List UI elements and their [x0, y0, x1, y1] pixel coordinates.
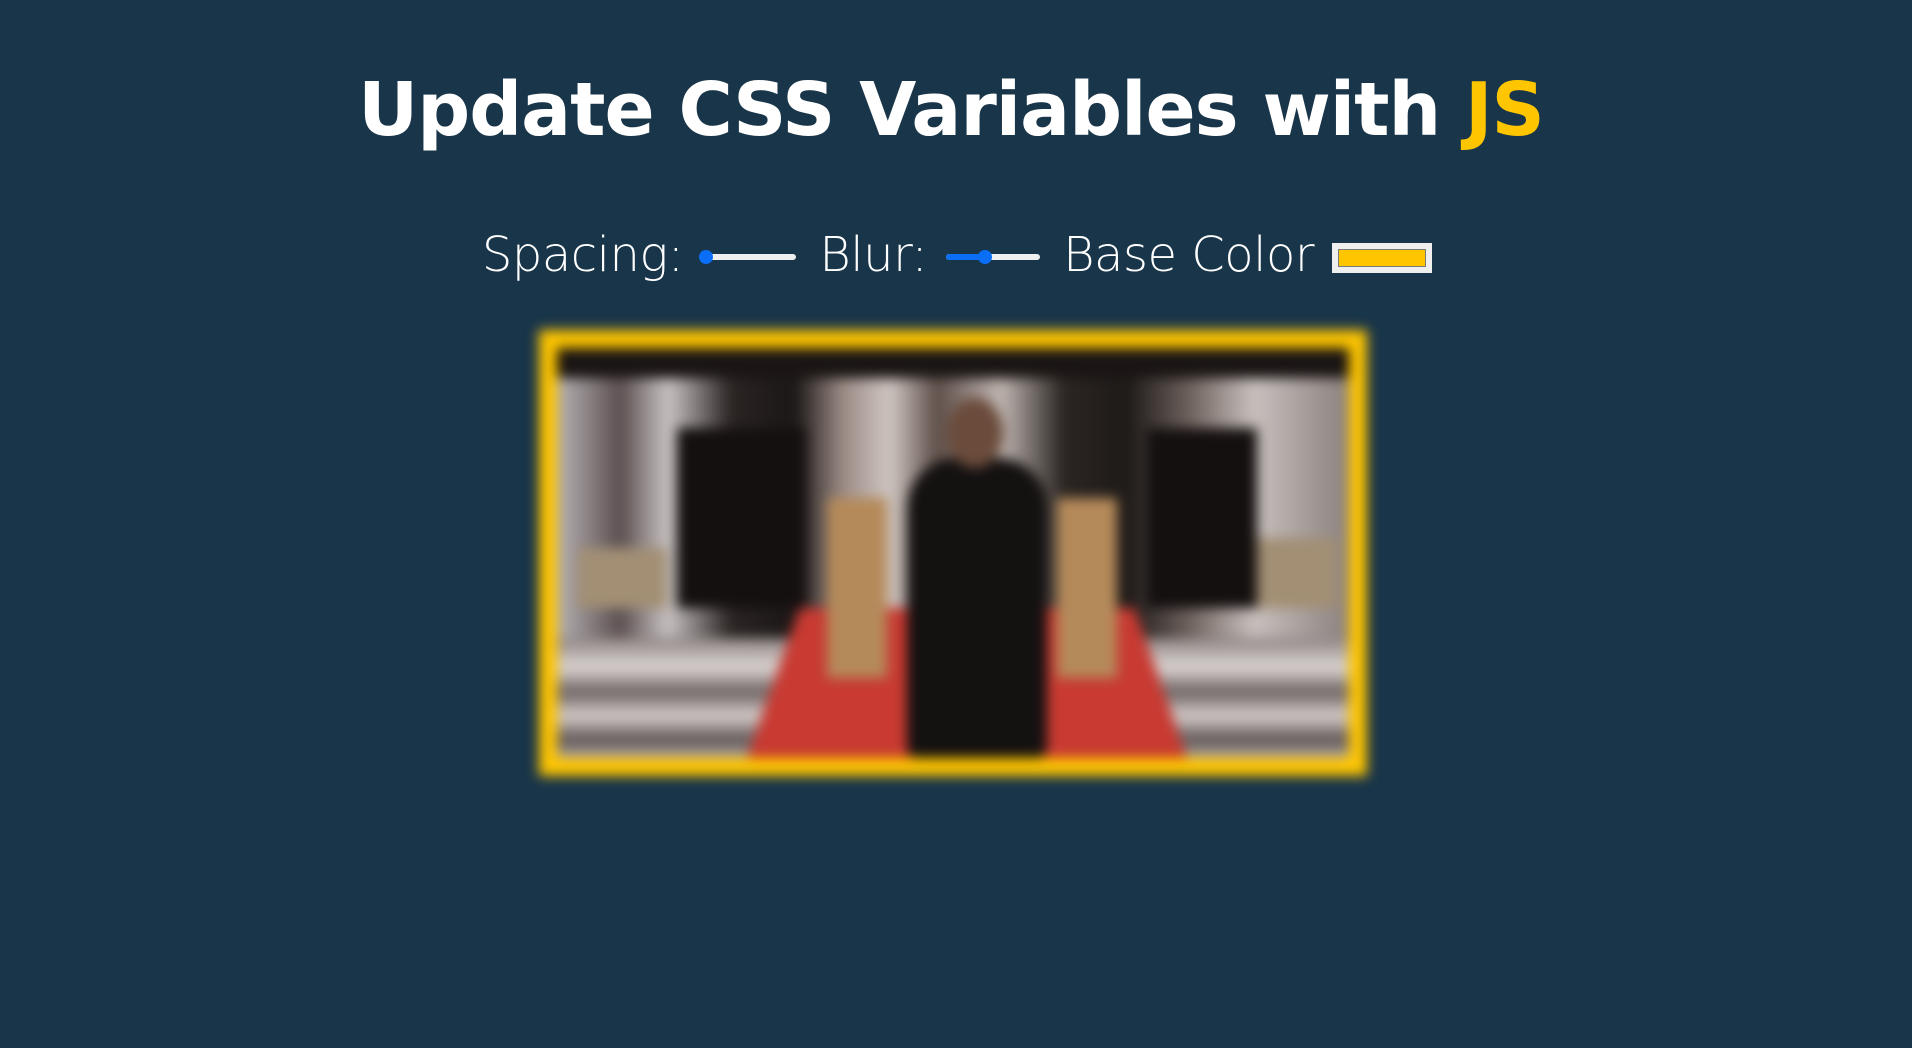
title-main-text: Update CSS Variables with [358, 67, 1465, 153]
title-highlight-text: JS [1465, 67, 1545, 153]
base-color-picker[interactable] [1332, 243, 1433, 273]
base-color-label: Base Color [1063, 227, 1315, 283]
photo-image [557, 348, 1349, 758]
spacing-slider[interactable] [699, 242, 799, 272]
photo-frame [539, 330, 1367, 776]
base-color-swatch [1338, 249, 1427, 267]
page: Update CSS Variables with JS Spacing: Bl… [0, 0, 1912, 1048]
spacing-slider-thumb[interactable] [699, 250, 714, 264]
page-title: Update CSS Variables with JS [0, 62, 1902, 158]
controls-bar: Spacing: Blur: Base Color [0, 222, 1902, 288]
blur-label: Blur: [819, 227, 928, 283]
blur-slider-thumb[interactable] [977, 250, 992, 264]
spacing-slider-track [702, 254, 797, 260]
spacing-label: Spacing: [481, 227, 684, 283]
blur-slider[interactable] [943, 242, 1043, 272]
